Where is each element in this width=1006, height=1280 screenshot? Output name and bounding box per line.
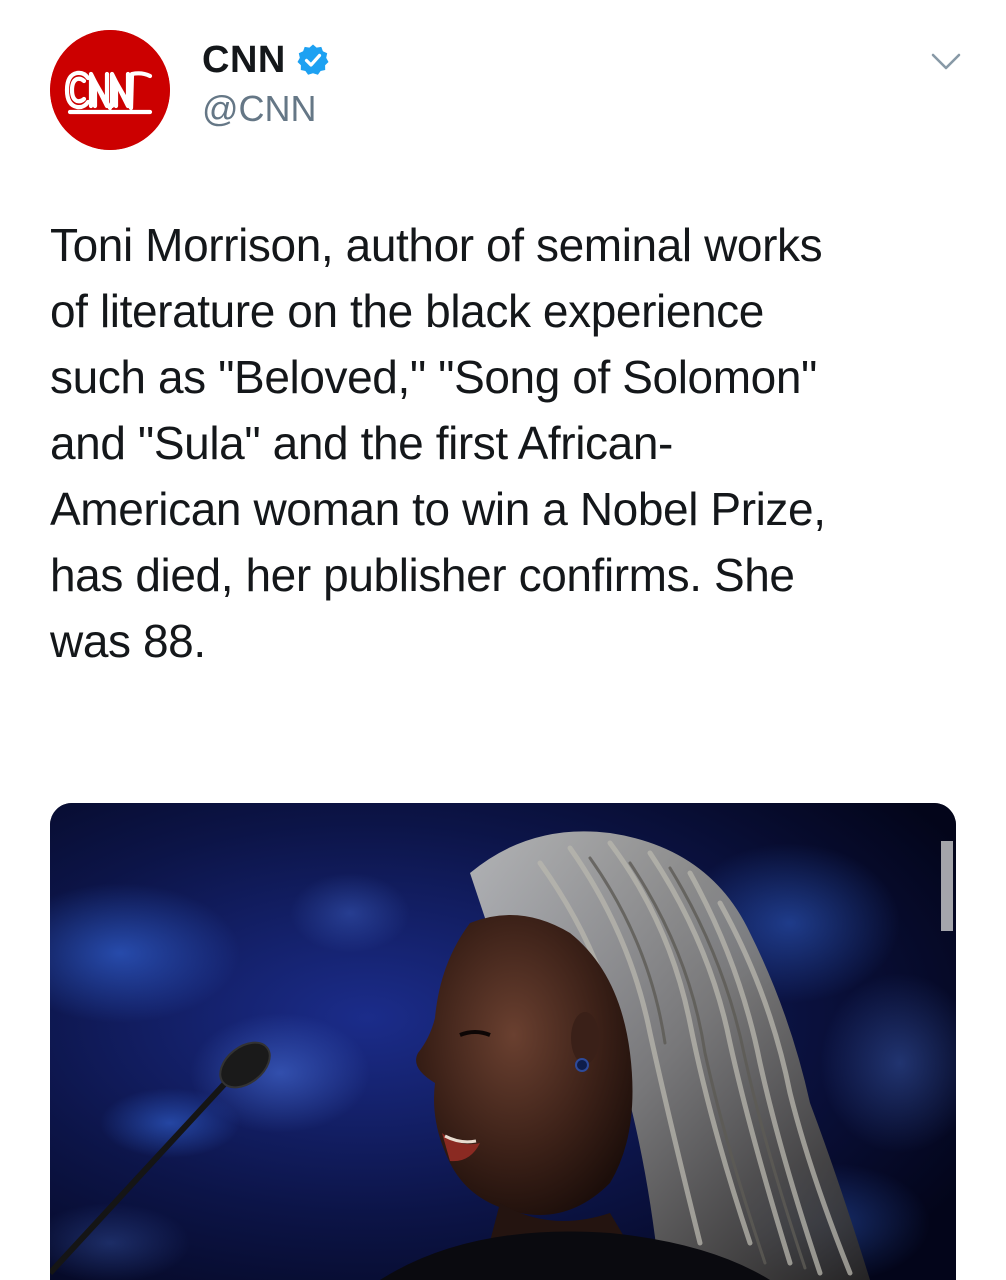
tweet-text-line: such as "Beloved," "Song of Solomon"	[50, 351, 817, 403]
tweet-text-line: and "Sula" and the first African-	[50, 417, 673, 469]
photo-image	[50, 803, 956, 1280]
chevron-down-icon[interactable]	[930, 52, 962, 72]
tweet-text-line: was 88.	[50, 615, 206, 667]
tweet-card: CNN @CNN Toni Morrison, author of semina…	[0, 0, 1006, 1280]
display-name-row: CNN	[202, 38, 330, 82]
display-name[interactable]: CNN	[202, 39, 286, 82]
tweet-text-line: American woman to win a Nobel Prize,	[50, 483, 826, 535]
handle[interactable]: @CNN	[202, 88, 330, 130]
tweet-text: Toni Morrison, author of seminal works o…	[50, 212, 955, 674]
photo-credit-strip	[941, 841, 953, 931]
tweet-text-line: has died, her publisher confirms. She	[50, 549, 795, 601]
tweet-text-line: Toni Morrison, author of seminal works	[50, 219, 823, 271]
tweet-photo[interactable]	[50, 803, 956, 1280]
verified-badge-icon	[296, 43, 330, 77]
avatar[interactable]	[50, 30, 170, 150]
cnn-logo-icon	[50, 30, 170, 150]
author-names: CNN @CNN	[202, 38, 330, 130]
tweet-text-line: of literature on the black experience	[50, 285, 764, 337]
